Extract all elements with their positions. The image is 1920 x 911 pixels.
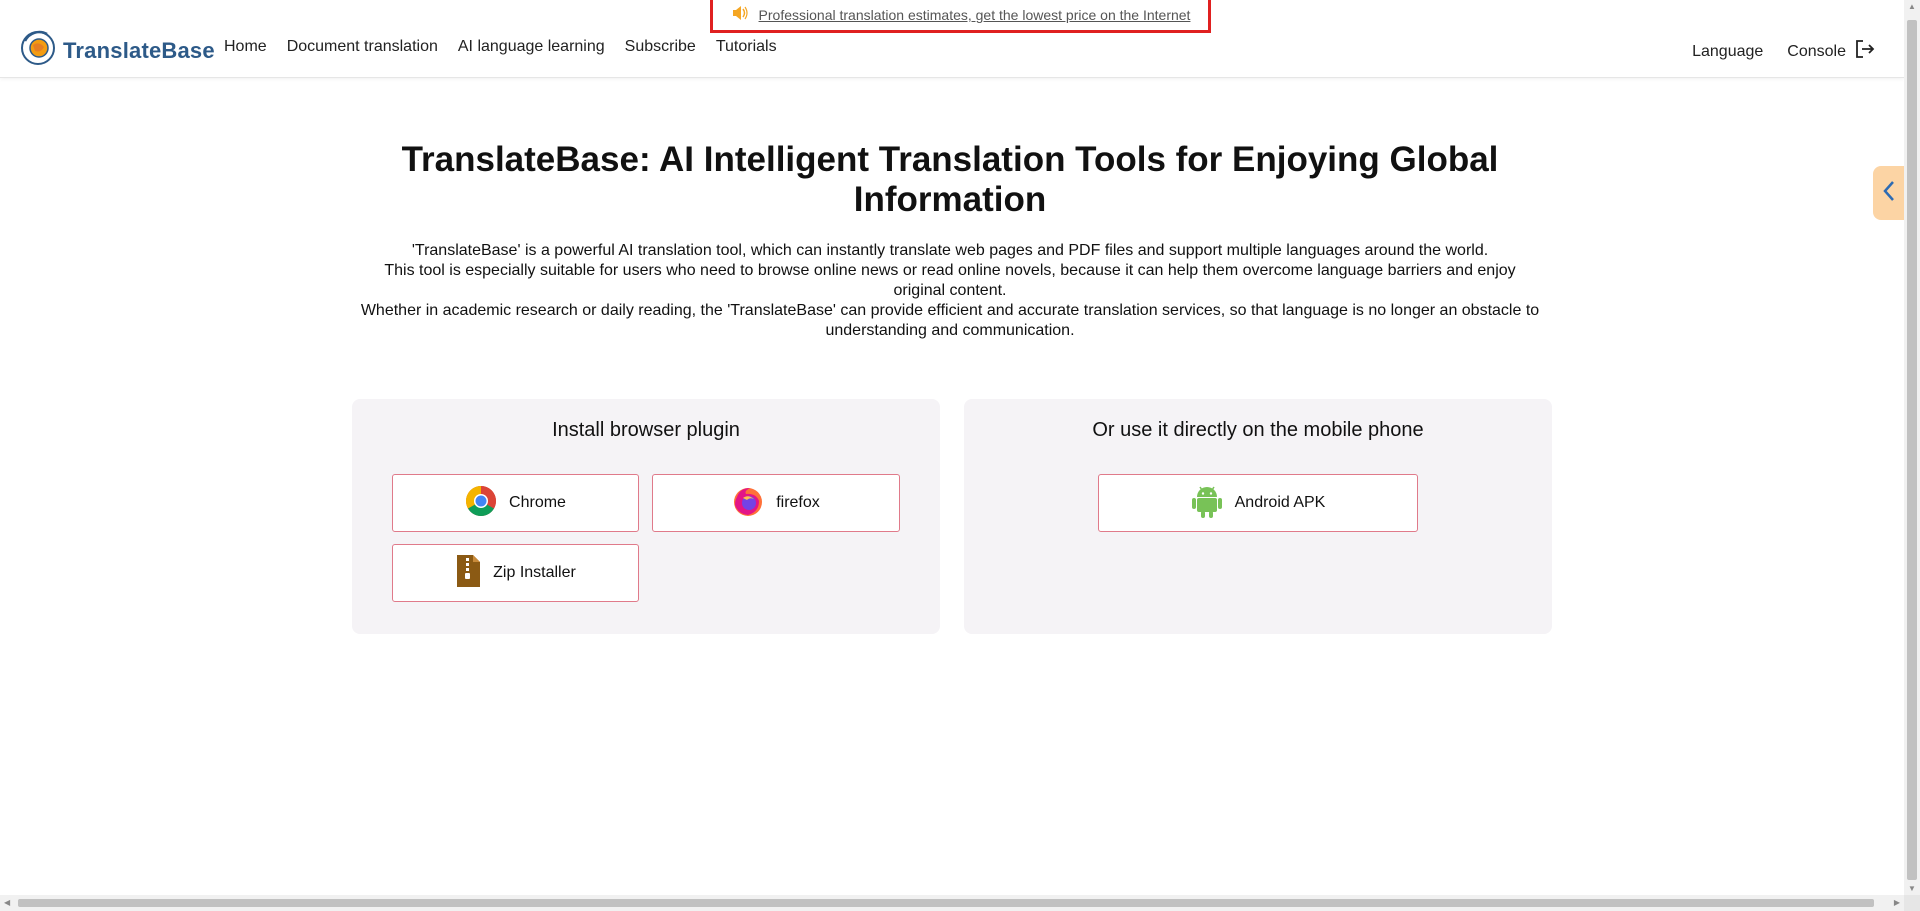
main-nav: Home Document translation AI language le…: [224, 38, 797, 56]
mobile-card: Or use it directly on the mobile phone A…: [964, 399, 1552, 634]
android-icon: [1191, 484, 1223, 523]
nav-document-translation[interactable]: Document translation: [287, 38, 438, 56]
description-line: Whether in academic research or daily re…: [360, 302, 1540, 339]
nav-home[interactable]: Home: [224, 38, 267, 56]
description-line: This tool is especially suitable for use…: [384, 262, 1516, 299]
announcement-bar: Professional translation estimates, get …: [710, 0, 1211, 33]
chrome-label: Chrome: [509, 494, 566, 511]
nav-subscribe[interactable]: Subscribe: [625, 38, 696, 56]
scrollbar-corner: [1904, 895, 1920, 911]
firefox-label: firefox: [776, 494, 820, 511]
chrome-icon: [465, 485, 497, 522]
zip-installer-button[interactable]: Zip Installer: [392, 544, 639, 602]
firefox-button[interactable]: firefox: [652, 474, 900, 532]
logout-icon: [1854, 38, 1876, 65]
scroll-down-icon[interactable]: ▼: [1908, 884, 1916, 893]
scroll-up-icon[interactable]: ▲: [1908, 2, 1916, 11]
android-apk-label: Android APK: [1234, 494, 1326, 511]
announcement-link[interactable]: Professional translation estimates, get …: [759, 7, 1191, 23]
description-line: 'TranslateBase' is a powerful AI transla…: [411, 242, 1489, 259]
logo-icon: [19, 29, 57, 72]
scroll-right-icon[interactable]: ▶: [1894, 898, 1900, 907]
speaker-icon: [731, 5, 749, 26]
plugin-card-title: Install browser plugin: [552, 419, 740, 441]
zip-icon: [455, 554, 481, 593]
vertical-scroll-thumb[interactable]: [1907, 20, 1917, 880]
console-label: Console: [1787, 42, 1846, 60]
language-menu[interactable]: Language: [1692, 43, 1763, 61]
android-apk-button[interactable]: Android APK: [1098, 474, 1418, 532]
side-panel-toggle[interactable]: [1873, 166, 1904, 220]
vertical-scrollbar[interactable]: ▲ ▼: [1904, 0, 1920, 895]
page-description: 'TranslateBase' is a powerful AI transla…: [360, 241, 1540, 341]
zip-installer-label: Zip Installer: [493, 564, 576, 581]
scroll-left-icon[interactable]: ◀: [4, 898, 10, 907]
chrome-button[interactable]: Chrome: [392, 474, 639, 532]
horizontal-scrollbar[interactable]: ◀ ▶: [0, 895, 1904, 911]
nav-ai-language-learning[interactable]: AI language learning: [458, 38, 605, 56]
logo[interactable]: TranslateBase: [19, 29, 215, 72]
chevron-left-icon: [1881, 179, 1897, 208]
nav-tutorials[interactable]: Tutorials: [716, 38, 777, 56]
browser-plugin-card: Install browser plugin Chrome firefox Zi…: [352, 399, 940, 634]
console-link[interactable]: Console: [1787, 38, 1876, 65]
mobile-card-title: Or use it directly on the mobile phone: [1092, 419, 1424, 441]
firefox-icon: [732, 485, 764, 522]
right-nav: Language Console: [1692, 38, 1876, 65]
page-title: TranslateBase: AI Intelligent Translatio…: [401, 140, 1499, 219]
horizontal-scroll-thumb[interactable]: [18, 899, 1874, 907]
logo-text: TranslateBase: [63, 37, 215, 63]
